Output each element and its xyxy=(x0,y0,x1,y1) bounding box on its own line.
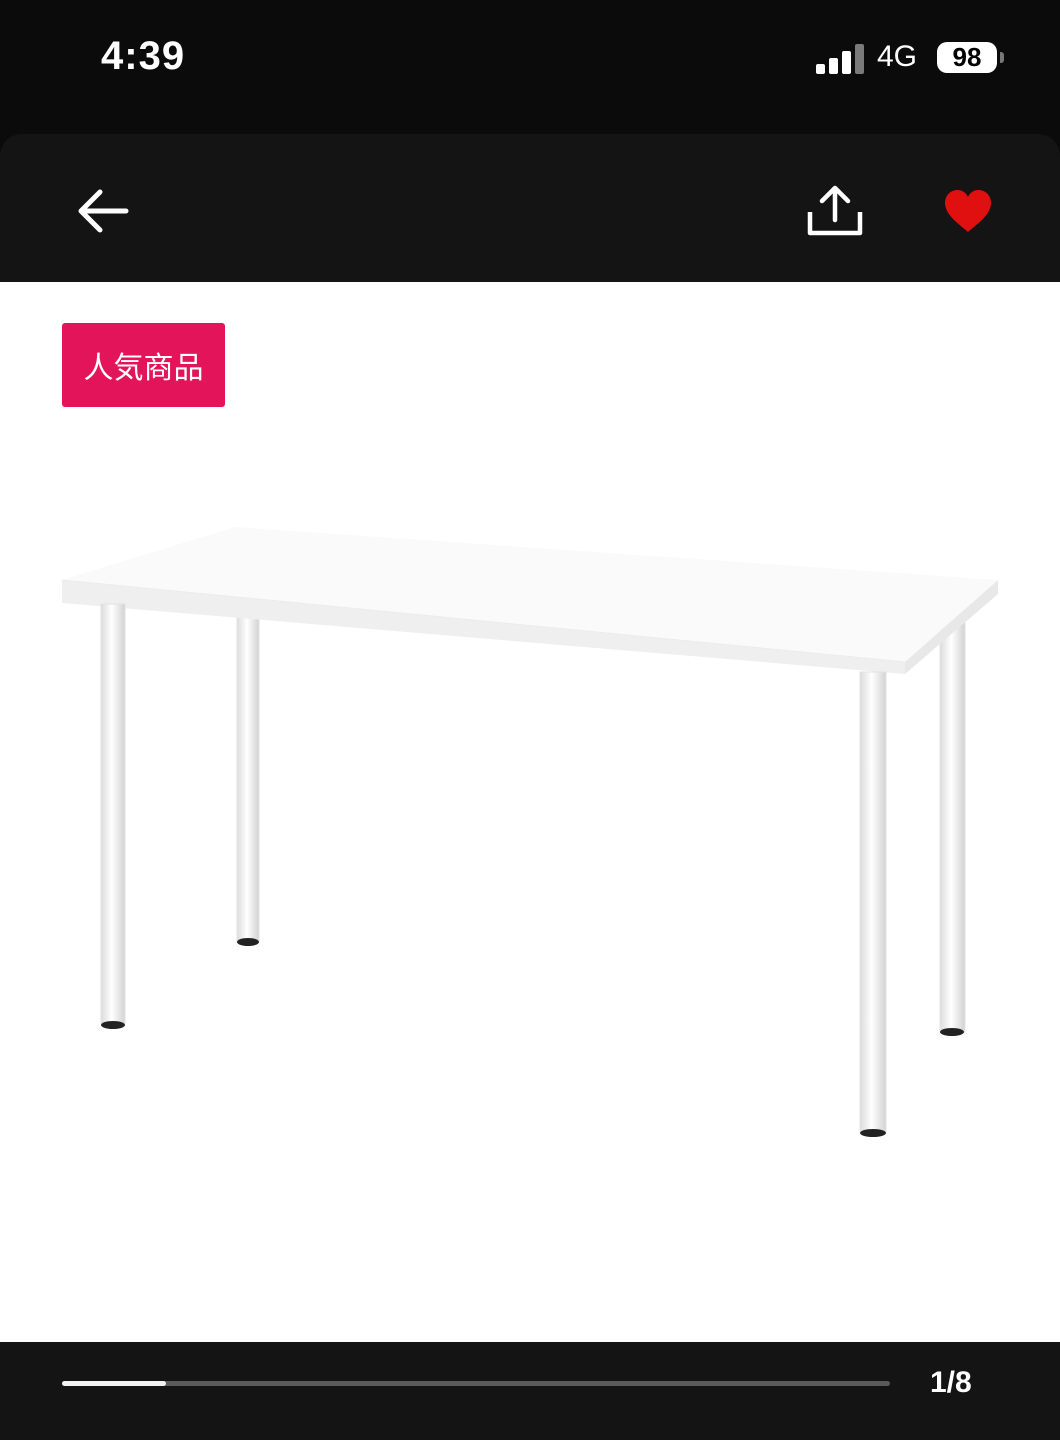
product-image-area[interactable]: 人気商品 xyxy=(0,282,1060,1342)
battery-tip xyxy=(1000,52,1004,63)
top-nav-bar xyxy=(0,134,1060,282)
gallery-pager-bar: 1/8 xyxy=(0,1342,1060,1440)
product-image-desk xyxy=(61,527,998,1137)
status-bar: 4:39 4G 98 xyxy=(0,0,1060,134)
popular-product-badge: 人気商品 xyxy=(62,323,225,407)
back-arrow-icon[interactable] xyxy=(76,188,130,234)
gallery-progress-track[interactable] xyxy=(62,1381,890,1386)
status-time: 4:39 xyxy=(101,34,186,78)
heart-icon[interactable] xyxy=(942,188,994,234)
image-counter: 1/8 xyxy=(930,1366,972,1399)
battery-level: 98 xyxy=(937,42,997,73)
share-icon[interactable] xyxy=(806,184,864,236)
gallery-progress-fill xyxy=(62,1381,166,1386)
network-type: 4G xyxy=(877,40,918,73)
cellular-signal-icon xyxy=(816,44,864,74)
